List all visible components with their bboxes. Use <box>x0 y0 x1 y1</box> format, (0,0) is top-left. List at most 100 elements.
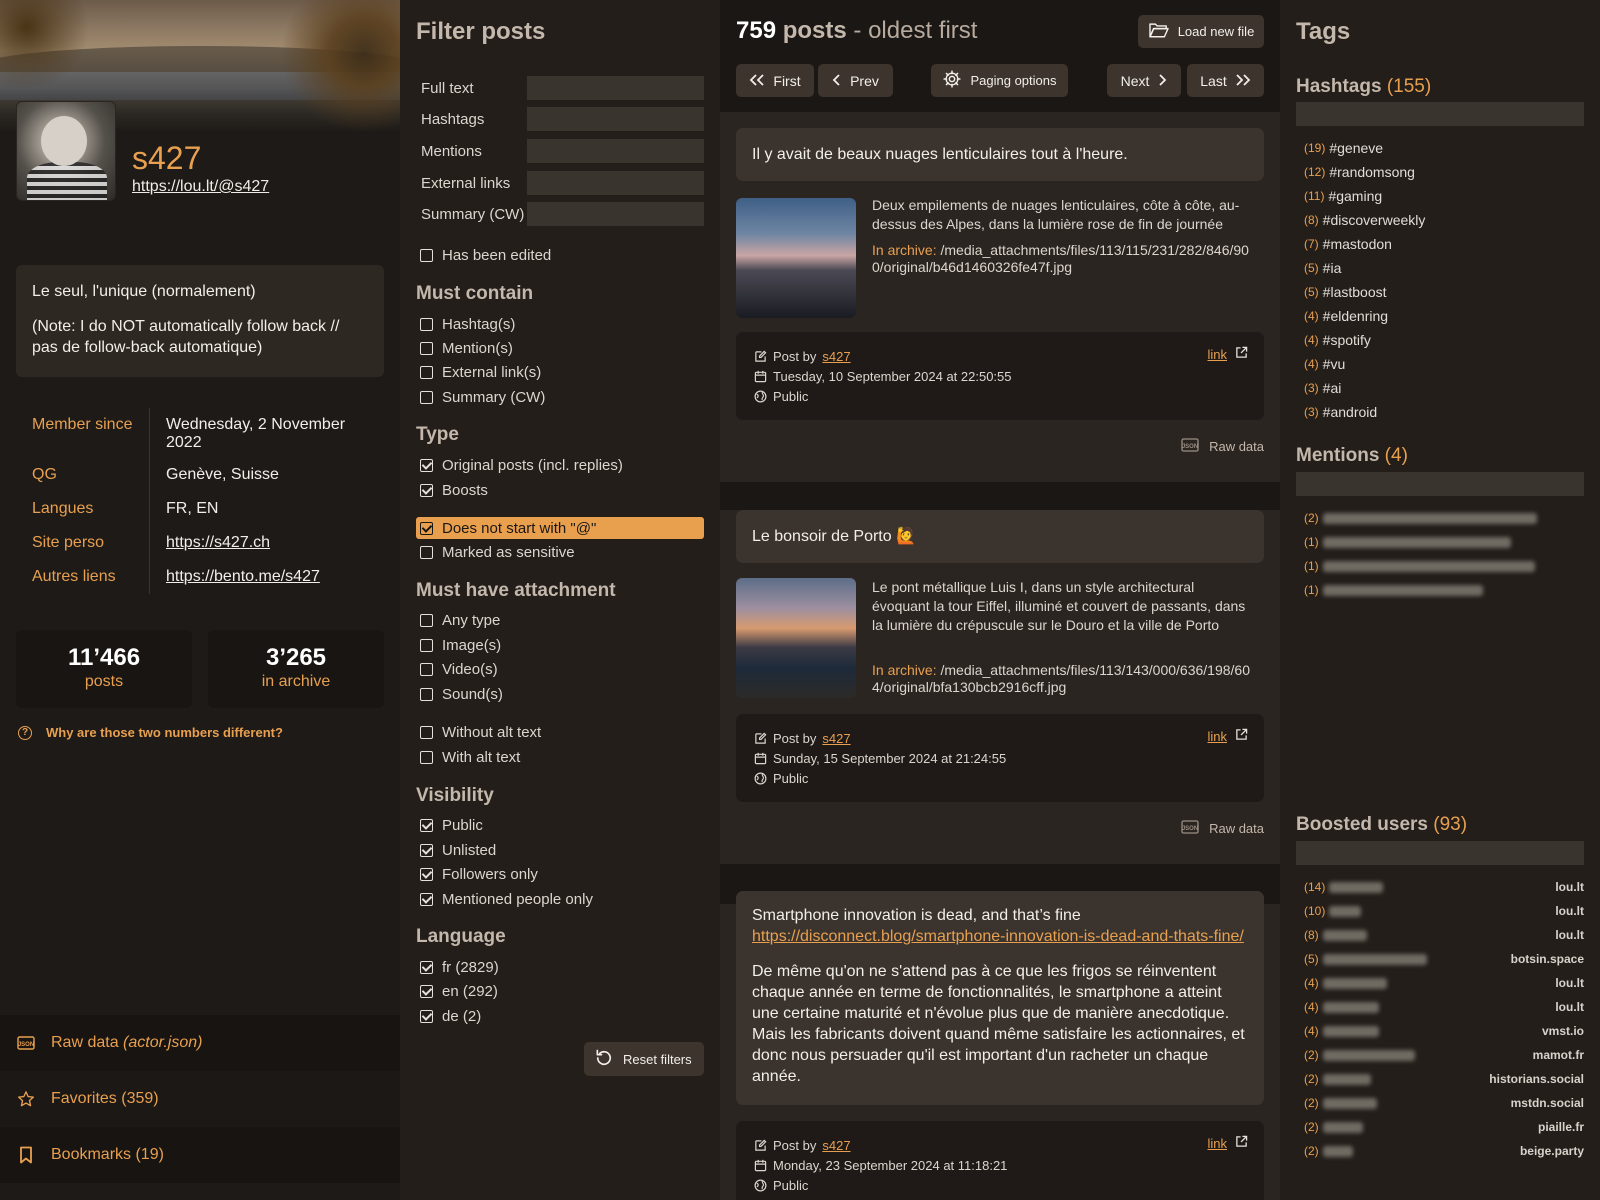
mention-item[interactable]: (1) <box>1304 578 1584 602</box>
mention-item[interactable]: (1) <box>1304 530 1584 554</box>
boosted-user-item[interactable]: (2) historians.social <box>1304 1067 1584 1091</box>
post-external-link[interactable]: link <box>1207 728 1248 744</box>
hashtag-item[interactable]: (12) #randomsong <box>1304 160 1584 184</box>
first-page-button[interactable]: First <box>736 64 814 97</box>
boosted-user-item[interactable]: (10) lou.lt <box>1304 899 1584 923</box>
mentions-search-input[interactable] <box>1296 472 1584 496</box>
reset-filters-button[interactable]: Reset filters <box>584 1042 704 1076</box>
next-page-button[interactable]: Next <box>1107 64 1181 97</box>
hashtag-item[interactable]: (7) #mastodon <box>1304 232 1584 256</box>
hashtag-item[interactable]: (4) #eldenring <box>1304 304 1584 328</box>
boosted-user-item[interactable]: (14) lou.lt <box>1304 875 1584 899</box>
autres-liens-link[interactable]: https://bento.me/s427 <box>150 560 320 594</box>
favorites-button[interactable]: Favorites (359) <box>0 1071 400 1127</box>
hashtag-item[interactable]: (5) #ia <box>1304 256 1584 280</box>
does-not-start-with-at-checkbox[interactable]: Does not start with "@" <box>416 517 704 539</box>
mentions-label: Mentions <box>421 142 482 160</box>
hashtag-item[interactable]: (3) #ai <box>1304 376 1584 400</box>
raw-data-button[interactable]: JSON Raw data <box>1181 820 1264 837</box>
boosted-user-item[interactable]: (5) botsin.space <box>1304 947 1584 971</box>
raw-data-actor-button[interactable]: JSON Raw data (actor.json) <box>0 1015 400 1071</box>
boosted-user-item[interactable]: (2) mstdn.social <box>1304 1091 1584 1115</box>
reset-filters-label: Reset filters <box>623 1051 692 1067</box>
images-checkbox[interactable]: Image(s) <box>416 634 704 656</box>
boosted-users-search-input[interactable] <box>1296 841 1584 865</box>
post-visibility: Public <box>773 1177 809 1193</box>
boosts-checkbox[interactable]: Boosts <box>416 479 704 501</box>
full-text-input[interactable] <box>527 76 704 100</box>
summary-cw-checkbox[interactable]: Summary (CW) <box>416 386 704 408</box>
post-image-thumbnail[interactable] <box>736 198 856 318</box>
boost-count: (2) <box>1304 1120 1319 1134</box>
post-external-link[interactable]: link <box>1207 1135 1248 1151</box>
external-links-input[interactable] <box>527 171 704 195</box>
mention-item[interactable]: (2) <box>1304 506 1584 530</box>
link-label: link <box>1207 728 1227 744</box>
checkbox-box <box>420 892 433 906</box>
language-de-checkbox[interactable]: de (2) <box>416 1005 704 1027</box>
mention-item[interactable]: (1) <box>1304 554 1584 578</box>
paging-options-button[interactable]: Paging options <box>931 64 1068 97</box>
why-numbers-different-button[interactable]: ? Why are those two numbers different? <box>18 725 283 740</box>
hashtag-item[interactable]: (8) #discoverweekly <box>1304 208 1584 232</box>
mentions-input[interactable] <box>527 139 704 163</box>
unlisted-checkbox[interactable]: Unlisted <box>416 839 704 861</box>
hashtag-item[interactable]: (3) #android <box>1304 400 1584 424</box>
mention-count: (2) <box>1304 511 1319 525</box>
bookmarks-button[interactable]: Bookmarks (19) <box>0 1127 400 1183</box>
hashtag-item[interactable]: (4) #vu <box>1304 352 1584 376</box>
boosted-user-item[interactable]: (2) mamot.fr <box>1304 1043 1584 1067</box>
hashtag-item[interactable]: (5) #lastboost <box>1304 280 1584 304</box>
prev-page-button[interactable]: Prev <box>818 64 893 97</box>
with-alt-text-checkbox[interactable]: With alt text <box>416 746 704 768</box>
sounds-checkbox[interactable]: Sound(s) <box>416 683 704 705</box>
hashtags-input[interactable] <box>527 107 704 131</box>
followers-only-checkbox[interactable]: Followers only <box>416 863 704 885</box>
language-fr-checkbox[interactable]: fr (2829) <box>416 956 704 978</box>
checkbox-label: Sound(s) <box>442 685 503 703</box>
field-autres-liens: Autres liens https://bento.me/s427 <box>16 560 384 594</box>
boosted-user-item[interactable]: (8) lou.lt <box>1304 923 1584 947</box>
raw-data-button[interactable]: JSON Raw data <box>1181 438 1264 455</box>
hashtags-checkbox[interactable]: Hashtag(s) <box>416 313 704 335</box>
profile-url-link[interactable]: https://lou.lt/@s427 <box>132 178 269 196</box>
videos-checkbox[interactable]: Video(s) <box>416 658 704 680</box>
author-link[interactable]: s427 <box>822 349 850 364</box>
load-new-file-button[interactable]: Load new file <box>1138 15 1264 48</box>
post-visibility-row: Public <box>753 1175 1248 1195</box>
boosted-user-item[interactable]: (2) beige.party <box>1304 1139 1584 1163</box>
boost-count: (4) <box>1304 1000 1319 1014</box>
summary-input[interactable] <box>527 202 704 226</box>
post-date: Tuesday, 10 September 2024 at 22:50:55 <box>773 368 1012 384</box>
public-checkbox[interactable]: Public <box>416 814 704 836</box>
hashtag-item[interactable]: (4) #spotify <box>1304 328 1584 352</box>
post-url-link[interactable]: https://disconnect.blog/smartphone-innov… <box>752 926 1248 947</box>
boosted-user-item[interactable]: (4) vmst.io <box>1304 1019 1584 1043</box>
mentions-list: (2) (1) (1) (1) <box>1304 506 1584 602</box>
boosted-user-item[interactable]: (2) piaille.fr <box>1304 1115 1584 1139</box>
has-been-edited-checkbox[interactable]: Has been edited <box>416 244 704 266</box>
hashtag-item[interactable]: (11) #gaming <box>1304 184 1584 208</box>
hashtag-item[interactable]: (19) #geneve <box>1304 136 1584 160</box>
mentions-checkbox[interactable]: Mention(s) <box>416 337 704 359</box>
author-link[interactable]: s427 <box>822 731 850 746</box>
any-type-checkbox[interactable]: Any type <box>416 609 704 631</box>
boosted-user-item[interactable]: (4) lou.lt <box>1304 971 1584 995</box>
without-alt-text-checkbox[interactable]: Without alt text <box>416 721 704 743</box>
checkbox-label: Has been edited <box>442 246 552 264</box>
external-links-checkbox[interactable]: External link(s) <box>416 361 704 383</box>
marked-sensitive-checkbox[interactable]: Marked as sensitive <box>416 541 704 563</box>
last-page-button[interactable]: Last <box>1187 64 1264 97</box>
post-image-thumbnail[interactable] <box>736 578 856 698</box>
boosted-user-item[interactable]: (4) lou.lt <box>1304 995 1584 1019</box>
posts-list[interactable]: Il y avait de beaux nuages lenticulaires… <box>720 112 1280 1200</box>
attachment-path: In archive: /media_attachments/files/113… <box>872 242 1252 276</box>
boosted-users-list: (14) lou.lt (10) lou.lt (8) lou.lt (5) botsi… <box>1304 875 1584 1163</box>
post-external-link[interactable]: link <box>1207 346 1248 362</box>
hashtags-search-input[interactable] <box>1296 102 1584 126</box>
language-en-checkbox[interactable]: en (292) <box>416 980 704 1002</box>
author-link[interactable]: s427 <box>822 1138 850 1153</box>
site-perso-link[interactable]: https://s427.ch <box>150 526 270 560</box>
mentioned-people-only-checkbox[interactable]: Mentioned people only <box>416 888 704 910</box>
original-posts-checkbox[interactable]: Original posts (incl. replies) <box>416 454 704 476</box>
